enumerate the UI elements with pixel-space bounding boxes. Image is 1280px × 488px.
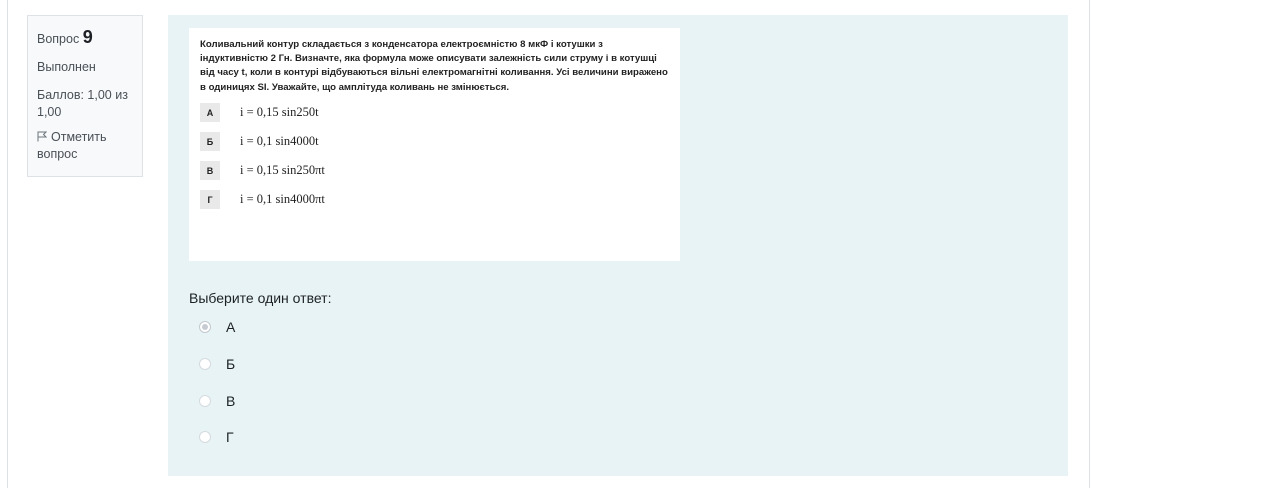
answer-label: А (226, 319, 236, 335)
question-option: В i = 0,15 sin250πt (200, 161, 670, 181)
answer-option-g[interactable]: Г (199, 427, 234, 447)
answer-label: Б (226, 356, 236, 372)
flag-question-link[interactable]: Отметить вопрос (37, 129, 133, 163)
answer-prompt: Выберите один ответ: (189, 290, 332, 306)
option-letter: А (200, 103, 220, 123)
question-number: Вопрос 9 (37, 25, 133, 49)
option-letter: Б (200, 132, 220, 152)
answer-radio[interactable] (199, 431, 211, 443)
question-option: А i = 0,15 sin250t (200, 103, 670, 123)
option-formula: i = 0,15 sin250t (240, 105, 319, 120)
question-info: Вопрос 9 Выполнен Баллов: 1,00 из 1,00 О… (27, 15, 143, 177)
answer-option-a[interactable]: А (199, 317, 235, 337)
flag-label: Отметить вопрос (37, 129, 107, 161)
answer-radio[interactable] (199, 358, 211, 370)
answer-radio[interactable] (199, 321, 211, 333)
option-letter: В (200, 161, 220, 181)
option-formula: i = 0,15 sin250πt (240, 163, 325, 178)
question-option: Г i = 0,1 sin4000πt (200, 190, 670, 210)
question-text: Коливальний контур складається з конденс… (200, 39, 668, 93)
question-image: Коливальний контур складається з конденс… (189, 28, 680, 261)
answer-radio[interactable] (199, 395, 211, 407)
answer-label: В (226, 393, 236, 409)
option-letter: Г (200, 190, 220, 210)
answer-option-b[interactable]: Б (199, 354, 235, 374)
question-label: Вопрос (37, 32, 80, 46)
question-content: Коливальний контур складається з конденс… (168, 15, 1068, 476)
answer-option-v[interactable]: В (199, 391, 235, 411)
question-state: Выполнен (37, 60, 96, 75)
flag-icon (37, 130, 48, 142)
answer-label: Г (226, 429, 234, 445)
option-formula: i = 0,1 sin4000t (240, 134, 319, 149)
question-grade: Баллов: 1,00 из 1,00 (37, 88, 128, 120)
question-option: Б i = 0,1 sin4000t (200, 132, 670, 152)
question-number-value: 9 (82, 27, 93, 47)
option-formula: i = 0,1 sin4000πt (240, 192, 325, 207)
